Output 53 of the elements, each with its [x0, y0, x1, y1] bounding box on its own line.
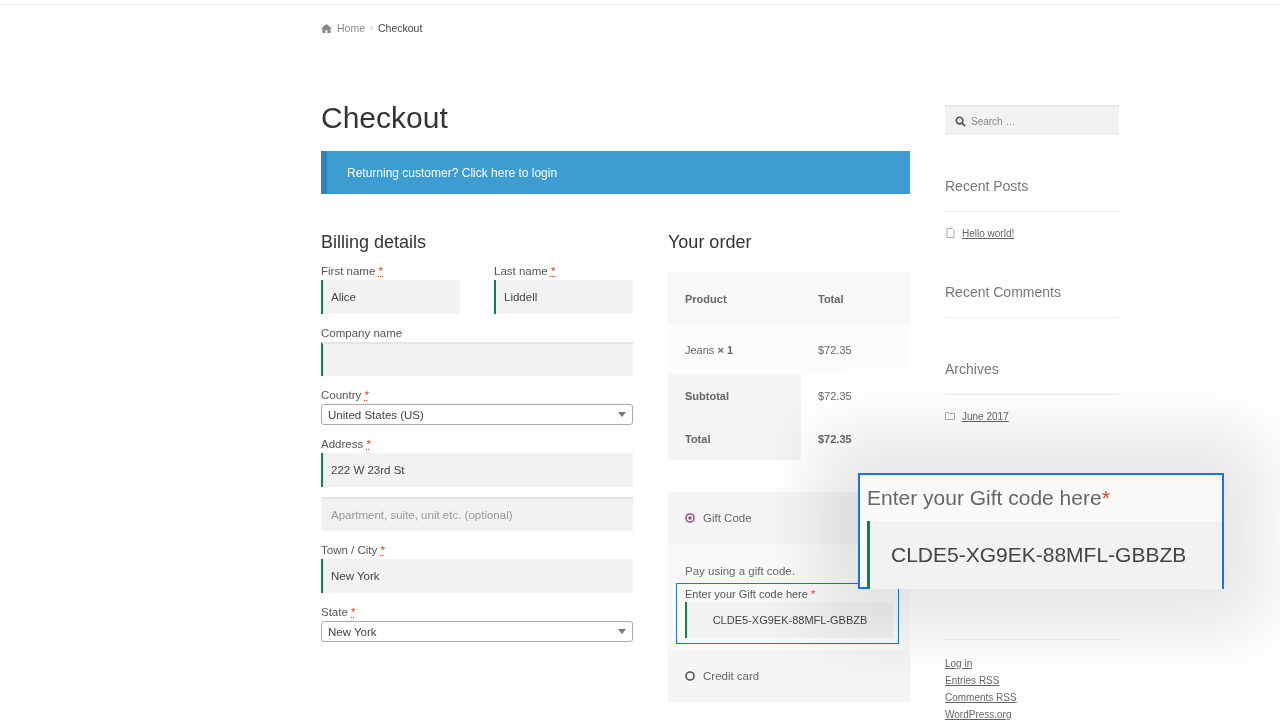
field-label: Address * [321, 437, 372, 452]
sidebar-link[interactable]: Comments RSS [945, 689, 1119, 705]
breadcrumb-item: Checkout [378, 22, 423, 34]
search-icon [955, 115, 966, 127]
dropdown[interactable]: New York [321, 621, 633, 642]
sidebar-link[interactable]: June 2017 [945, 408, 1119, 424]
caret-icon [618, 629, 626, 634]
field-label: Town / City * [321, 543, 386, 558]
input-field[interactable]: New York [321, 559, 633, 593]
field-label: First name * [321, 264, 384, 279]
widget-title: Recent Comments [945, 283, 1062, 302]
gift-code-field: CLDE5-XG9EK-88MFL-GBBZB [867, 521, 1222, 589]
field-label: Last name * [494, 264, 557, 279]
dropdown[interactable]: United States (US) [321, 404, 633, 425]
payment-method-label[interactable]: Credit card [703, 670, 760, 682]
sidebar-link[interactable]: Log in [945, 655, 1119, 671]
radio-button[interactable] [685, 671, 695, 681]
field-label: Company name [321, 326, 404, 341]
field-label: Enter your Gift code here * [685, 587, 817, 602]
gift-code-field[interactable]: CLDE5-XG9EK-88MFL-GBBZB [685, 602, 893, 638]
field-label: Enter your Gift code here* [867, 485, 1111, 511]
input-field[interactable]: Alice [321, 280, 460, 314]
document-icon [945, 228, 956, 238]
sidebar-link[interactable]: Entries RSS [945, 672, 1119, 688]
table-cell: $72.35 [801, 374, 910, 417]
home-icon [321, 22, 332, 34]
input-field[interactable]: 222 W 23rd St [321, 453, 633, 487]
search-field[interactable]: Search … [945, 105, 1119, 135]
widget-title: Archives [945, 360, 1000, 379]
breadcrumb-separator: › [370, 23, 373, 33]
column-header: Product [668, 272, 801, 325]
page-title: Checkout [321, 100, 449, 136]
section-heading: Your order [668, 231, 753, 254]
radio-button[interactable] [685, 513, 695, 523]
sidebar-link[interactable]: Hello world! [945, 225, 1119, 241]
field-label: Country * [321, 388, 370, 403]
table-cell: Total [668, 417, 801, 460]
column-header: Total [801, 272, 910, 325]
breadcrumb-item[interactable]: Home [337, 22, 365, 34]
field-label: State * [321, 605, 357, 620]
folder-icon [945, 411, 956, 421]
widget-title: Recent Posts [945, 177, 1030, 196]
payment-description: Pay using a gift code. [685, 564, 796, 578]
table-cell: Subtotal [668, 374, 801, 417]
caret-icon [618, 412, 626, 417]
input-field[interactable] [321, 342, 633, 376]
payment-method-label[interactable]: Gift Code [703, 512, 752, 524]
input-field[interactable]: Liddell [494, 280, 633, 314]
table-cell: $72.35 [801, 417, 910, 460]
table-cell: Jeans × 1 [668, 325, 801, 374]
section-heading: Billing details [321, 231, 428, 254]
sidebar-link[interactable]: WordPress.org [945, 706, 1119, 720]
table-cell: $72.35 [801, 325, 910, 374]
